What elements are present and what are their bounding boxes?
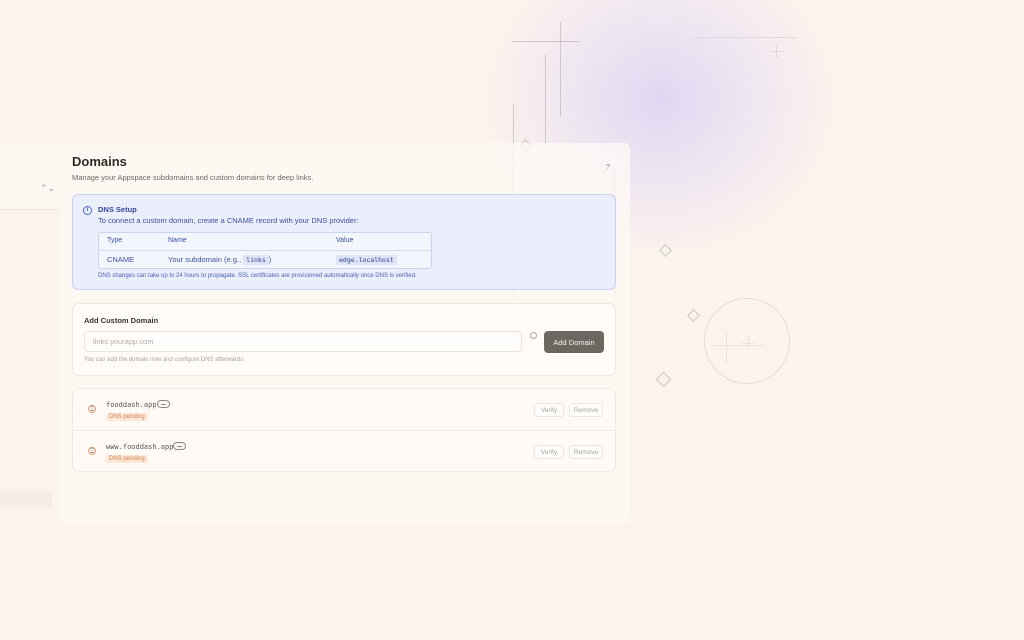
record-name-suffix: ) [268,255,272,264]
status-badge: DNS pending [106,455,148,463]
decor-diamond [655,371,672,388]
record-value-code: edge.localhost [336,255,397,265]
list-divider [73,430,615,431]
status-badge: DNS pending [106,413,148,421]
add-domain-hint: You can add the domain now and configure… [84,357,245,363]
verify-button[interactable]: Verify [534,403,564,417]
decor-diamond [687,309,700,322]
link-icon[interactable] [173,442,186,450]
dns-propagation-note: DNS changes can take up to 24 hours to p… [98,273,417,279]
remove-button[interactable]: Remove [569,445,603,459]
column-header-value: Value [336,237,354,244]
decor-line [512,41,580,42]
decor-line [545,55,546,145]
decor-line [560,22,561,116]
record-name-example: links [243,255,269,265]
info-icon: i [83,206,92,215]
record-value: edge.localhost [336,255,397,265]
domain-name: fooddash.app [106,401,157,409]
dns-setup-description: To connect a custom domain, create a CNA… [98,216,359,225]
chevron-updown-icon[interactable]: ⌃⌄ [40,183,55,194]
table-divider [99,250,431,251]
remove-button[interactable]: Remove [569,403,603,417]
column-header-name: Name [168,237,187,244]
decor-line [694,37,798,38]
link-icon[interactable] [157,400,170,408]
record-name: Your subdomain (e.g., links) [168,255,272,265]
add-domain-button[interactable]: Add Domain [544,331,604,353]
dns-setup-title: DNS Setup [98,205,137,214]
page-subtitle: Manage your Appspace subdomains and cust… [72,173,314,182]
clock-icon: ⌚ [88,405,96,413]
help-icon[interactable]: ? [606,164,610,171]
clock-icon: ⌚ [88,447,96,455]
decor-line [770,51,784,52]
sidebar-panel [0,143,60,210]
domain-input[interactable] [84,331,522,352]
domain-name: www.fooddash.app [106,443,174,451]
input-status-icon [530,332,537,339]
decor-line [741,343,755,344]
record-type: CNAME [107,255,135,264]
verify-button[interactable]: Verify [534,445,564,459]
page-title: Domains [72,154,127,169]
add-domain-title: Add Custom Domain [84,316,159,325]
decor-diamond [659,244,672,257]
decor-circle [704,298,790,384]
decor-line [726,330,727,364]
record-name-prefix: Your subdomain (e.g., [168,255,244,264]
column-header-type: Type [107,237,123,244]
sidebar-item[interactable] [0,491,52,507]
decor-line [710,345,766,346]
